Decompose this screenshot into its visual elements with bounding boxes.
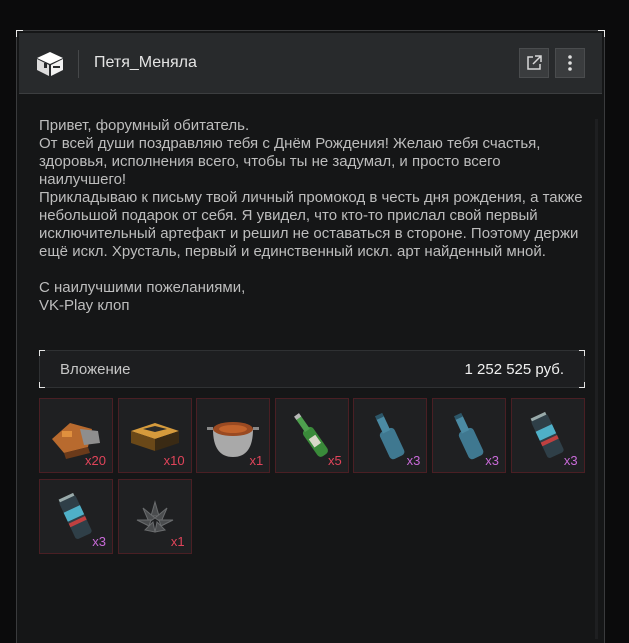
mail-window: Петя_Меняла Привет, форумный обитатель. … [16,30,605,643]
item-quantity: x5 [328,453,342,468]
attachment-label: Вложение [60,361,131,378]
header-divider [78,50,79,78]
item-slot[interactable]: x3 [353,398,428,473]
attachment-items: x20 x10 x1 x5 x3 x3 x3 x3 x1 [39,398,587,554]
item-slot[interactable]: x20 [39,398,113,473]
attachment-money: 1 252 525 руб. [464,361,565,378]
item-slot[interactable]: x10 [117,398,192,473]
message-body: Привет, форумный обитатель. От всей души… [39,117,587,315]
external-link-icon [527,55,542,70]
window-header: Петя_Меняла [19,33,602,94]
open-external-button[interactable] [519,48,549,78]
item-slot[interactable]: x5 [274,398,349,473]
item-quantity: x20 [85,453,106,468]
item-slot[interactable]: x3 [39,479,113,554]
attachment-bar: Вложение 1 252 525 руб. [39,350,585,388]
item-quantity: x1 [249,453,264,468]
item-quantity: x3 [485,453,499,468]
message-paragraph: Привет, форумный обитатель. От всей души… [39,117,583,260]
item-quantity: x3 [92,534,106,549]
item-quantity: x1 [170,534,185,549]
more-options-button[interactable] [555,48,585,78]
kebab-menu-icon [568,55,572,71]
item-slot[interactable]: x1 [117,479,192,554]
box-logo-icon [35,51,65,77]
item-quantity: x10 [163,453,185,468]
item-quantity: x3 [563,453,578,468]
item-slot[interactable]: x3 [431,398,506,473]
item-quantity: x3 [406,453,421,468]
sender-name: Петя_Меняла [94,54,197,71]
item-slot[interactable]: x3 [510,398,585,473]
item-slot[interactable]: x1 [196,398,271,473]
message-signature: С наилучшими пожеланиями, VK-Play клоп [39,279,246,314]
scrollbar[interactable] [595,119,598,639]
